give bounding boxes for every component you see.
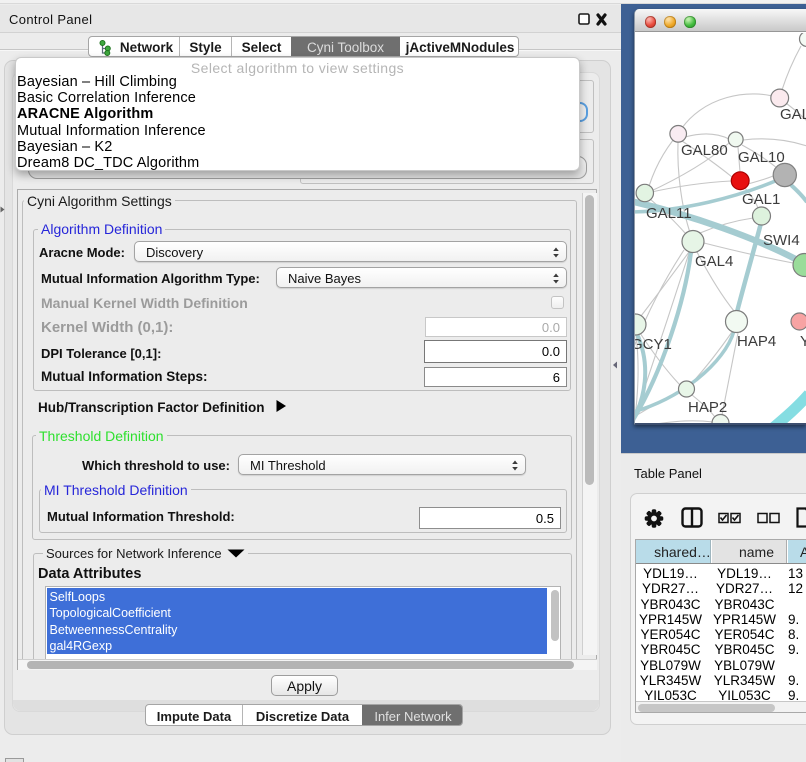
svg-text:GAL80: GAL80	[681, 142, 728, 159]
svg-text:GAL10: GAL10	[738, 149, 785, 166]
svg-text:GAL7: GAL7	[780, 106, 806, 123]
svg-text:GAL4: GAL4	[695, 253, 733, 270]
svg-text:SWI4: SWI4	[763, 232, 800, 249]
svg-text:GAL1: GAL1	[742, 191, 780, 208]
svg-text:HAP4: HAP4	[737, 333, 776, 350]
svg-text:HAP2: HAP2	[688, 399, 727, 416]
svg-text:Y: Y	[800, 333, 806, 350]
svg-text:GAL11: GAL11	[646, 205, 692, 222]
svg-text:GCY1: GCY1	[635, 336, 672, 353]
